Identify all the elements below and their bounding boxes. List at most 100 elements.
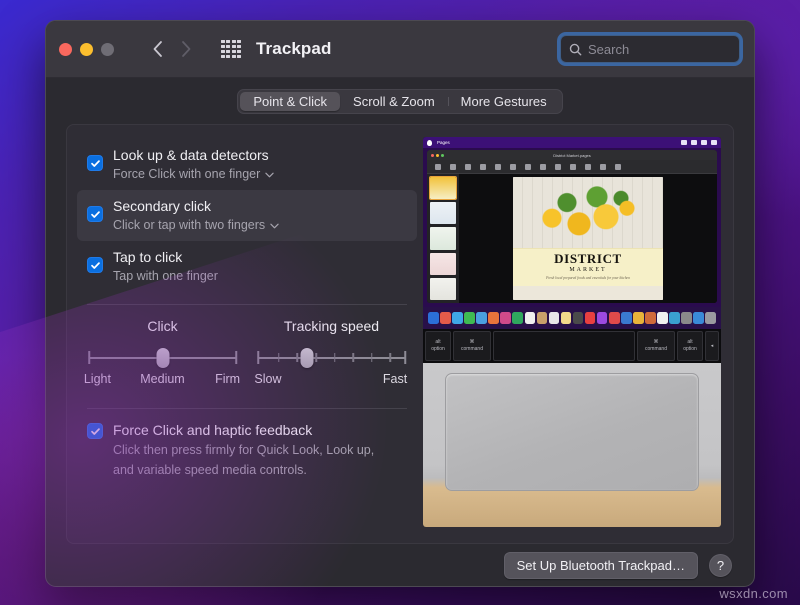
slider-tick xyxy=(371,353,373,362)
checkmark-icon xyxy=(90,260,101,271)
slider-thumb-click[interactable] xyxy=(156,348,169,368)
option-subtitle: Force Click with one finger xyxy=(113,166,260,183)
option-subtitle-row[interactable]: Force Click with one finger xyxy=(113,166,274,183)
checkbox-secondary-click[interactable] xyxy=(87,206,103,222)
slider-tick xyxy=(334,353,336,362)
page-thumbnail xyxy=(430,227,456,249)
minimize-button[interactable] xyxy=(80,43,93,56)
slider-title: Click xyxy=(147,318,177,334)
checkbox-look-up[interactable] xyxy=(87,155,103,171)
preview-poster-page: DISTRICT MARKET Fresh local prepared foo… xyxy=(513,177,663,300)
dock-icon xyxy=(585,312,596,324)
preview-menubar: Pages xyxy=(423,137,721,148)
help-button[interactable]: ? xyxy=(709,554,732,577)
chevron-left-icon[interactable] xyxy=(146,38,168,60)
grid-dot xyxy=(237,45,241,48)
key-top-label: ⌘ xyxy=(654,339,659,346)
key-bottom-label: command xyxy=(461,346,483,353)
option-title: Tap to click xyxy=(113,248,218,267)
grid-dot xyxy=(237,40,241,43)
dock-icon xyxy=(476,312,487,324)
key-top-label: alt xyxy=(435,339,440,346)
tab-point-and-click[interactable]: Point & Click xyxy=(240,92,340,111)
force-click-subtitle-line1: Click then press firmly for Quick Look, … xyxy=(113,442,374,459)
zoom-button[interactable] xyxy=(101,43,114,56)
chevron-right-icon[interactable] xyxy=(175,38,197,60)
dock-icon xyxy=(537,312,548,324)
navigation-arrows xyxy=(146,38,197,60)
document-icon xyxy=(615,164,621,170)
slider-track[interactable] xyxy=(85,347,240,369)
slider-tick xyxy=(257,351,259,364)
grid-dot xyxy=(226,50,230,53)
slider-thumb-tracking-speed[interactable] xyxy=(300,348,313,368)
force-click-title: Force Click and haptic feedback xyxy=(113,421,374,439)
key-option-left: alt option xyxy=(425,331,451,361)
search-field[interactable] xyxy=(560,35,740,63)
tab-more-gestures[interactable]: More Gestures xyxy=(448,92,560,111)
grid-dot xyxy=(221,45,225,48)
set-up-bluetooth-trackpad-button[interactable]: Set Up Bluetooth Trackpad… xyxy=(504,552,698,579)
option-row-force-click[interactable]: Force Click and haptic feedback Click th… xyxy=(77,409,417,479)
option-title: Look up & data detectors xyxy=(113,146,274,165)
slider-tick xyxy=(235,351,237,364)
page-thumbnail xyxy=(430,253,456,275)
media-icon xyxy=(555,164,561,170)
watermark: wsxdn.com xyxy=(719,586,788,601)
option-row-look-up[interactable]: Look up & data detectors Force Click wit… xyxy=(77,139,417,190)
search-input[interactable] xyxy=(588,42,731,57)
preview-canvas: DISTRICT MARKET Fresh local prepared foo… xyxy=(459,174,717,303)
option-row-tap-to-click[interactable]: Tap to click Tap with one finger xyxy=(77,241,417,292)
slider-label: Light xyxy=(84,372,111,386)
option-subtitle: Click or tap with two fingers xyxy=(113,217,265,234)
slider-title: Tracking speed xyxy=(284,318,379,334)
checkbox-force-click[interactable] xyxy=(87,423,103,439)
option-subtitle-row: Tap with one finger xyxy=(113,268,218,285)
close-button[interactable] xyxy=(59,43,72,56)
key-top-label: alt xyxy=(687,339,692,346)
minimize-button xyxy=(436,154,439,157)
dock-icon xyxy=(525,312,536,324)
slider-tick xyxy=(297,353,299,362)
preview-menu-app: Pages xyxy=(437,140,450,145)
battery-icon xyxy=(681,140,687,145)
show-all-prefs-icon[interactable] xyxy=(221,40,241,58)
option-subtitle-row[interactable]: Click or tap with two fingers xyxy=(113,217,279,234)
preview-traffic-lights xyxy=(431,154,444,157)
dock-icon xyxy=(597,312,608,324)
zoom-button xyxy=(441,154,444,157)
shape-icon xyxy=(540,164,546,170)
dock-icon xyxy=(609,312,620,324)
slider-labels: Slow Fast xyxy=(254,372,409,390)
dock-icon xyxy=(681,312,692,324)
preview-trackpad-photo xyxy=(423,363,721,527)
dock-icon xyxy=(645,312,656,324)
key-command-left: ⌘ command xyxy=(453,331,491,361)
zoom-icon xyxy=(450,164,456,170)
traffic-lights xyxy=(59,43,114,56)
poster-title: DISTRICT xyxy=(513,252,663,266)
checkbox-tap-to-click[interactable] xyxy=(87,257,103,273)
slider-tick xyxy=(404,351,406,364)
tab-scroll-and-zoom[interactable]: Scroll & Zoom xyxy=(340,92,448,111)
slider-labels: Light Medium Firm xyxy=(85,372,240,390)
checkmark-icon xyxy=(90,158,101,169)
gesture-preview-video[interactable]: Pages xyxy=(423,137,721,527)
chart-icon xyxy=(510,164,516,170)
slider-tick xyxy=(390,353,392,362)
key-bottom-label: option xyxy=(683,346,697,353)
grid-dot xyxy=(232,55,236,58)
option-row-secondary-click[interactable]: Secondary click Click or tap with two fi… xyxy=(77,190,417,241)
dock-icon xyxy=(512,312,523,324)
control-center-icon xyxy=(711,140,717,145)
dock-icon xyxy=(428,312,439,324)
tab-group: Point & Click Scroll & Zoom More Gesture… xyxy=(237,89,562,114)
preview-app-window: District Market.pages xyxy=(427,150,717,303)
key-option-right: alt option xyxy=(677,331,703,361)
slider-tick xyxy=(278,353,280,362)
slider-track[interactable] xyxy=(254,347,409,369)
force-click-subtitle-line2: and variable speed media controls. xyxy=(113,462,374,479)
option-subtitle: Tap with one finger xyxy=(113,268,218,285)
grid-dot xyxy=(232,40,236,43)
preview-dock xyxy=(423,307,721,329)
